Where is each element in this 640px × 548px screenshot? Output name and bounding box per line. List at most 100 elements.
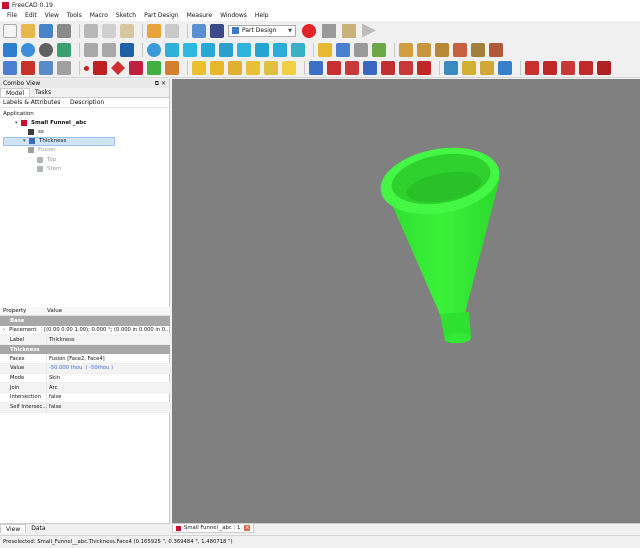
measure-clear-icon[interactable] (453, 42, 467, 57)
tree-item[interactable]: ss (3, 127, 115, 136)
menu-macro[interactable]: Macro (86, 12, 112, 19)
draw-style-icon[interactable] (39, 42, 53, 57)
menu-edit[interactable]: Edit (21, 12, 41, 19)
right-view-icon[interactable] (219, 42, 233, 57)
linear-pattern-icon[interactable] (462, 61, 476, 75)
property-value[interactable]: Skin (47, 375, 60, 381)
multi-transform-icon[interactable] (498, 61, 512, 75)
menu-view[interactable]: View (41, 12, 63, 19)
boolean-icon[interactable] (597, 61, 611, 75)
create-group-icon[interactable] (336, 42, 350, 57)
measure-icon[interactable] (291, 42, 305, 57)
create-part-icon[interactable] (318, 42, 332, 57)
property-value[interactable]: Fusion [Face2, Face4] (47, 356, 105, 362)
datum-line-icon[interactable] (93, 61, 107, 75)
property-value[interactable]: false (47, 394, 61, 400)
mirrored-icon[interactable] (444, 61, 458, 75)
link-icon[interactable] (120, 42, 134, 57)
menu-part-design[interactable]: Part Design (140, 12, 182, 19)
record-macro-icon[interactable] (302, 23, 316, 38)
property-row[interactable]: Faces Fusion [Face2, Face4] (0, 354, 170, 365)
fit-all-icon[interactable] (3, 42, 17, 57)
measure-refresh-icon[interactable] (435, 42, 449, 57)
additive-pipe-icon[interactable] (246, 61, 260, 75)
tab-tasks[interactable]: Tasks (30, 88, 56, 97)
menu-windows[interactable]: Windows (216, 12, 251, 19)
property-row[interactable]: Label Thickness (0, 335, 170, 345)
fillet-icon[interactable] (525, 61, 539, 75)
datum-point-icon[interactable] (84, 65, 89, 71)
tab-model[interactable]: Model (0, 88, 31, 97)
property-value[interactable]: false (47, 404, 61, 410)
property-row[interactable]: Intersection false (0, 393, 170, 403)
close-tab-icon[interactable]: × (244, 525, 251, 531)
export-icon[interactable] (57, 23, 71, 38)
document-tab[interactable]: Small Funnel _abc : 1 × (172, 524, 255, 533)
menu-file[interactable]: File (3, 12, 21, 19)
cut-icon[interactable] (84, 23, 98, 38)
revolution-icon[interactable] (210, 61, 224, 75)
make-link-icon[interactable] (354, 42, 368, 57)
subtractive-loft-icon[interactable] (363, 61, 377, 75)
additive-loft-icon[interactable] (228, 61, 242, 75)
tree-item[interactable]: ▾ Thickness (3, 136, 115, 146)
link-actions-icon[interactable] (372, 42, 386, 57)
property-group-header[interactable]: Thickness (0, 344, 170, 355)
property-value[interactable]: Thickness (47, 337, 75, 343)
additive-helix-icon[interactable] (264, 61, 278, 75)
measure-toggle-icon[interactable] (471, 42, 485, 57)
menu-tools[interactable]: Tools (63, 12, 86, 19)
create-sketch-icon[interactable] (21, 61, 35, 75)
chamfer-icon[interactable] (543, 61, 557, 75)
pad-icon[interactable] (192, 61, 206, 75)
top-view-icon[interactable] (201, 42, 215, 57)
macro-editor-icon[interactable] (342, 23, 356, 38)
zoom-icon[interactable] (147, 42, 161, 57)
tree-item[interactable]: Stem (3, 165, 115, 174)
rear-view-icon[interactable] (237, 42, 251, 57)
menu-sketch[interactable]: Sketch (112, 12, 140, 19)
new-document-icon[interactable] (3, 23, 17, 38)
shape-binder-icon[interactable] (147, 61, 161, 75)
measure-linear-icon[interactable] (399, 42, 413, 57)
validate-sketch-icon[interactable] (39, 61, 53, 75)
funnel-model[interactable] (172, 79, 640, 523)
draft-icon[interactable] (561, 61, 575, 75)
measure-toggle-delta-icon[interactable] (489, 42, 503, 57)
isometric-view-icon[interactable] (165, 42, 179, 57)
whats-this-icon[interactable] (210, 23, 224, 38)
property-row[interactable]: Mode Skin (0, 373, 170, 384)
hole-icon[interactable] (327, 61, 341, 75)
subtractive-primitive-icon[interactable] (417, 61, 431, 75)
close-icon[interactable]: × (161, 80, 166, 87)
expand-arrow-icon[interactable]: › (3, 327, 5, 333)
property-row[interactable]: Value -50.000 thou( -50thou ) (0, 364, 170, 374)
paste-icon[interactable] (120, 23, 134, 38)
tree-item[interactable]: Fusion (3, 146, 115, 155)
workbench-selector[interactable]: Part Design ▼ (228, 24, 296, 37)
property-row[interactable]: Join Arc (0, 383, 170, 394)
property-row[interactable]: Self Intersec... false (0, 402, 170, 413)
polar-pattern-icon[interactable] (480, 61, 494, 75)
stop-macro-icon[interactable] (322, 23, 336, 38)
open-folder-icon[interactable] (21, 23, 35, 38)
3d-viewport[interactable] (172, 79, 640, 523)
subtractive-helix-icon[interactable] (399, 61, 413, 75)
save-icon[interactable] (39, 23, 53, 38)
bottom-view-icon[interactable] (255, 42, 269, 57)
back-arrow-icon[interactable] (84, 42, 98, 57)
thickness-tool-icon[interactable] (579, 61, 593, 75)
tab-data[interactable]: Data (26, 524, 50, 533)
property-value[interactable]: [(0.00 0.00 1.00); 0.000 °; (0.000 in 0.… (42, 327, 170, 333)
tree-item[interactable]: Top (3, 155, 115, 164)
undo-icon[interactable] (147, 23, 161, 38)
left-view-icon[interactable] (273, 42, 287, 57)
datum-plane-icon[interactable] (111, 61, 125, 75)
groove-icon[interactable] (345, 61, 359, 75)
clone-icon[interactable] (57, 61, 71, 75)
subtractive-pipe-icon[interactable] (381, 61, 395, 75)
run-macro-icon[interactable] (362, 23, 376, 38)
menu-measure[interactable]: Measure (183, 12, 217, 19)
float-panel-icon[interactable]: ⧉ (155, 80, 159, 87)
bounding-box-icon[interactable] (57, 42, 71, 57)
